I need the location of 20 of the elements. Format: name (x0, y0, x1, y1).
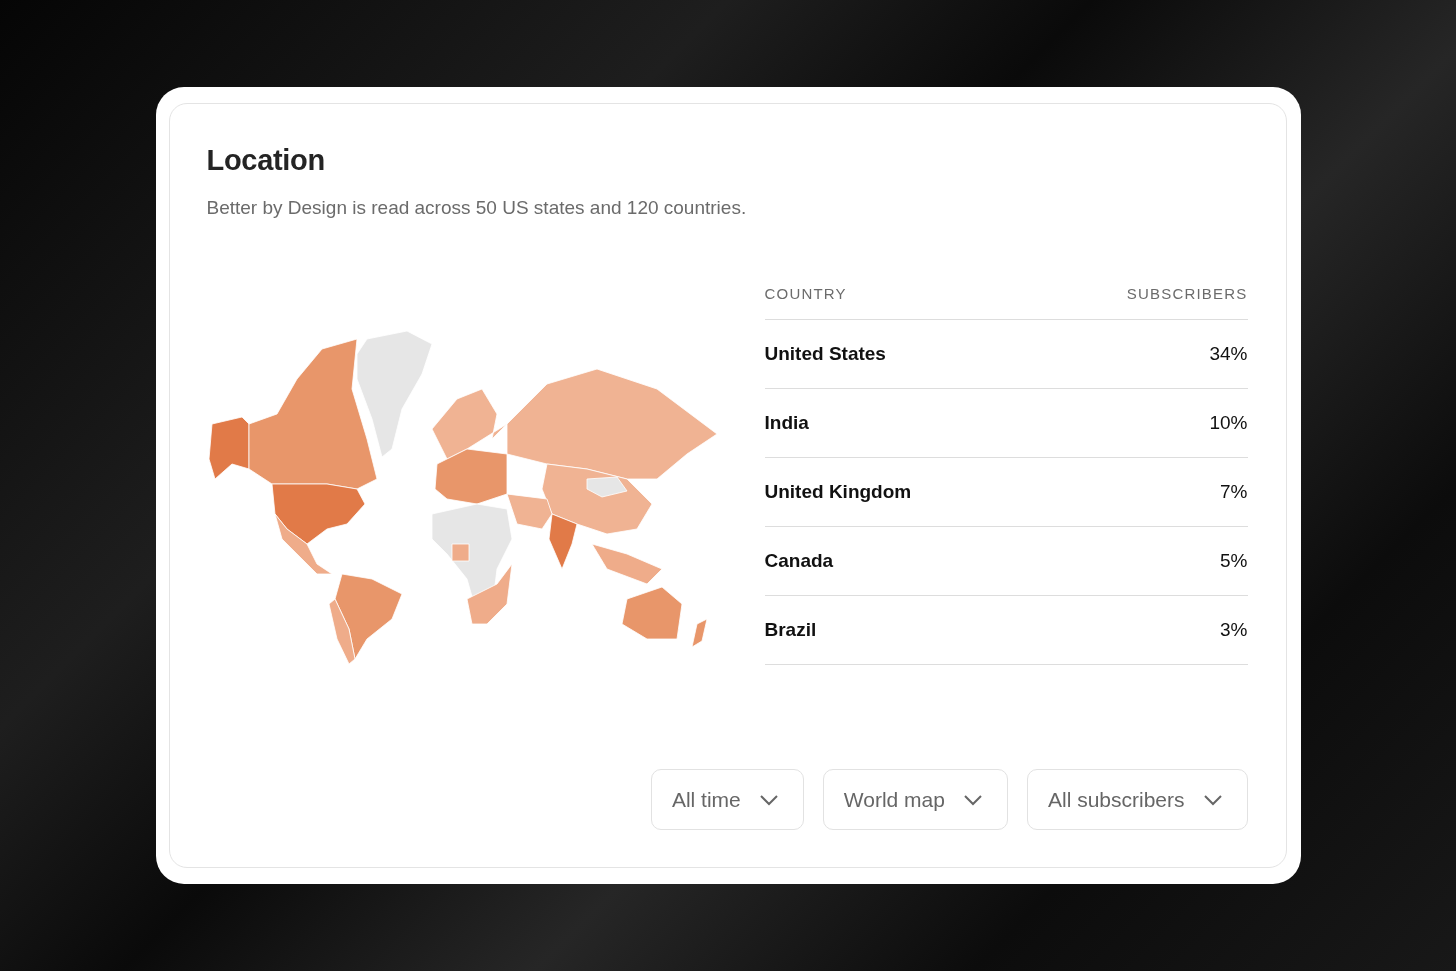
filter-dropdown[interactable]: All subscribers (1026, 769, 1248, 830)
chevron-down-icon (962, 793, 983, 806)
chevron-down-icon (1202, 793, 1223, 806)
country-name: United States (764, 343, 886, 365)
subscriber-share: 3% (1220, 619, 1248, 641)
subscriber-share: 7% (1220, 481, 1248, 503)
subscriber-share: 5% (1220, 550, 1248, 572)
card-subtitle: Better by Design is read across 50 US states and 120 countries. (206, 197, 748, 219)
filter-dropdown[interactable]: All time (650, 769, 804, 830)
country-name: United Kingdom (764, 481, 912, 503)
country-name: Canada (764, 550, 834, 572)
country-name: India (764, 412, 809, 434)
subscriber-share: 34% (1209, 343, 1248, 365)
filter-dropdown[interactable]: World map (822, 769, 1008, 830)
column-header: COUNTRY (764, 285, 847, 302)
card-title: Location (206, 144, 326, 177)
subscriber-share: 10% (1209, 412, 1248, 434)
country-name: Brazil (764, 619, 817, 641)
chevron-down-icon (758, 793, 779, 806)
column-header: SUBSCRIBERS (1126, 285, 1248, 302)
